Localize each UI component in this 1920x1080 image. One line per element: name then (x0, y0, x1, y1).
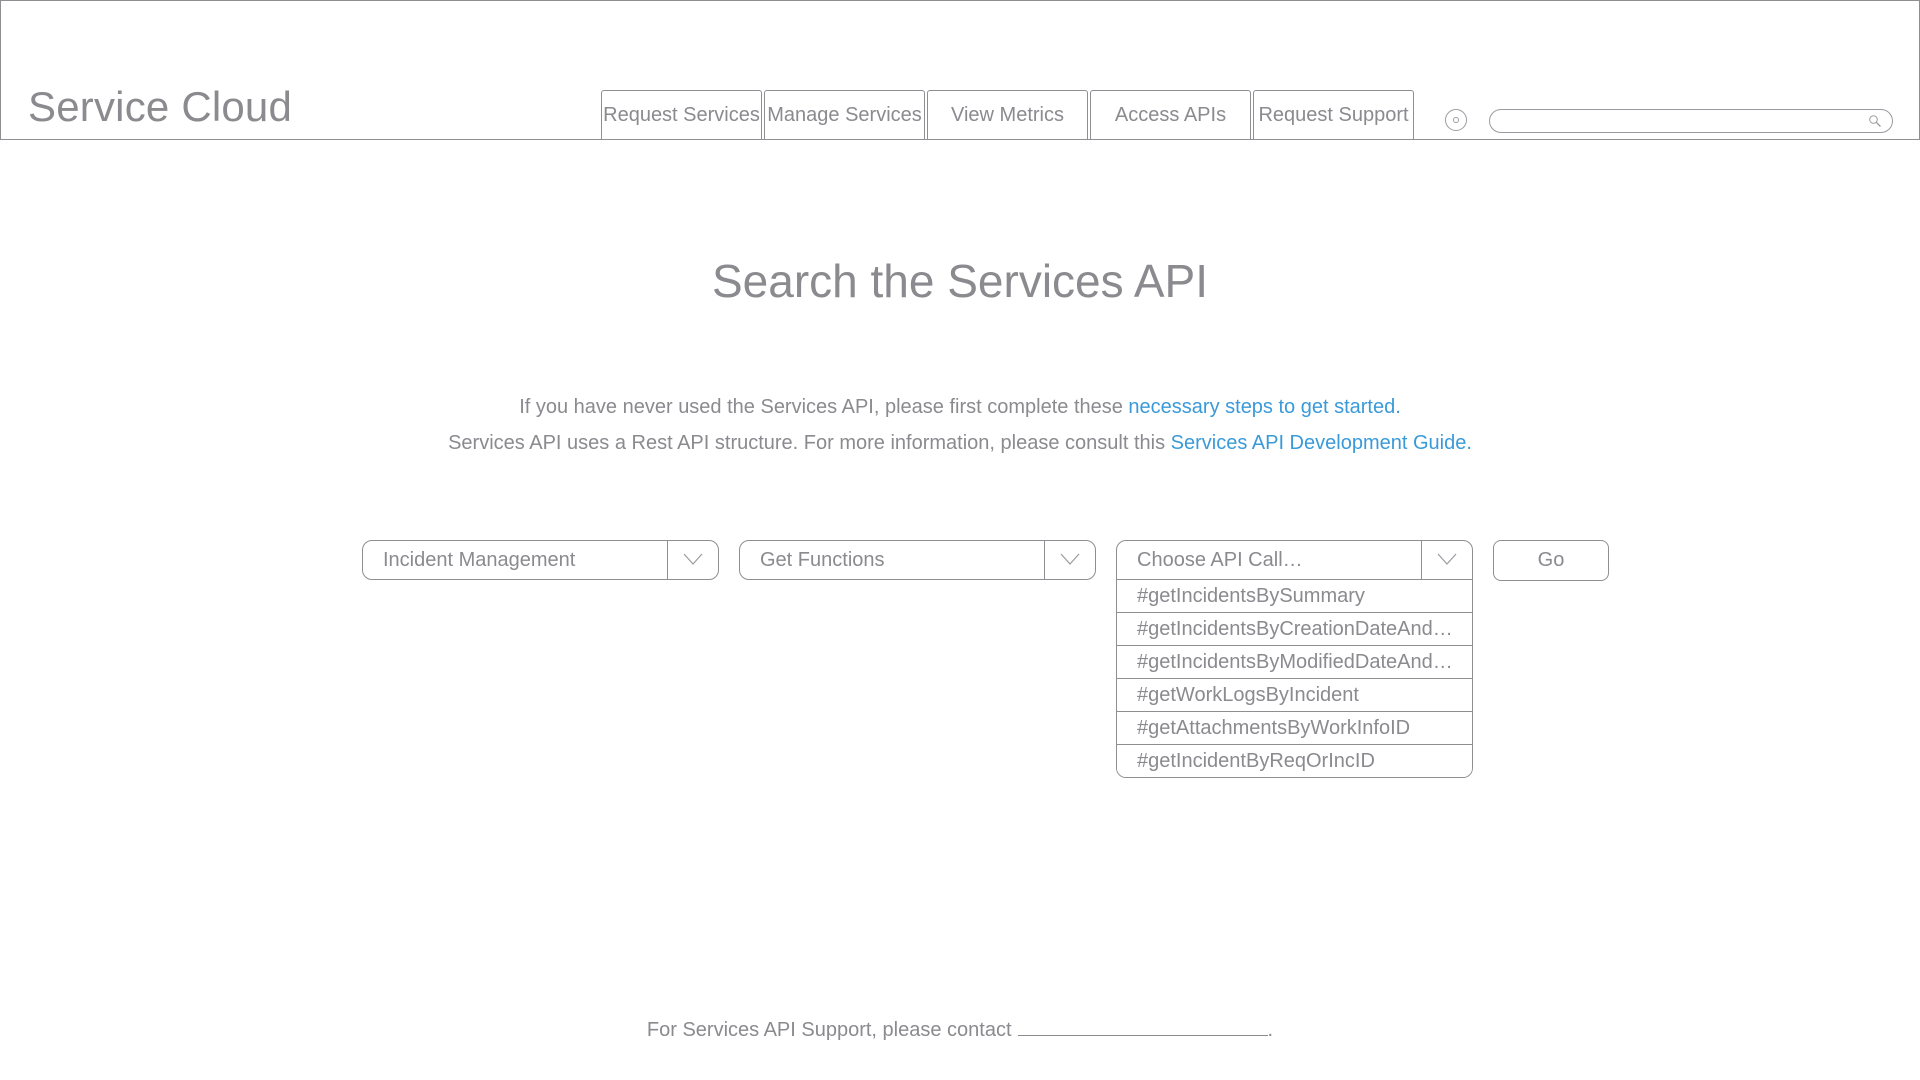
tab-request-services[interactable]: Request Services (601, 90, 762, 139)
api-call-option[interactable]: #getIncidentsByModifiedDateAnd… (1117, 645, 1472, 678)
support-contact-blank (1017, 1015, 1268, 1036)
api-call-option[interactable]: #getIncidentsBySummary (1117, 579, 1472, 612)
header-bar: Service Cloud Request Services Manage Se… (0, 0, 1920, 140)
category-dropdown-value: Incident Management (383, 549, 576, 571)
chevron-down-icon[interactable] (1437, 552, 1457, 566)
tab-view-metrics[interactable]: View Metrics (927, 90, 1088, 139)
category-dropdown[interactable]: Incident Management (362, 540, 719, 580)
support-footer: For Services API Support, please contact… (0, 1015, 1920, 1042)
page-title: Search the Services API (711, 255, 1209, 307)
api-call-dropdown[interactable]: Choose API Call… (1116, 540, 1473, 580)
api-call-option[interactable]: #getIncidentByReqOrIncID (1117, 744, 1472, 777)
tab-request-support[interactable]: Request Support (1253, 90, 1414, 139)
tab-access-apis[interactable]: Access APIs (1090, 90, 1251, 139)
page: Service Cloud Request Services Manage Se… (0, 0, 1920, 1080)
getting-started-text: If you have never used the Services API,… (519, 396, 1129, 418)
dev-guide-text: Services API uses a Rest API structure. … (448, 432, 1171, 454)
search-input[interactable] (1502, 112, 1856, 132)
dev-guide-link[interactable]: Services API Development Guide. (1171, 432, 1472, 454)
dropdown-divider (1421, 541, 1422, 579)
go-button[interactable]: Go (1493, 540, 1609, 581)
dropdown-divider (1044, 541, 1045, 579)
dev-guide-note: Services API uses a Rest API structure. … (0, 432, 1920, 455)
api-call-option[interactable]: #getAttachmentsByWorkInfoID (1117, 711, 1472, 744)
support-end: . (1267, 1019, 1274, 1041)
api-call-options-list: #getIncidentsBySummary #getIncidentsByCr… (1116, 579, 1473, 778)
main-nav: Request Services Manage Services View Me… (601, 90, 1416, 140)
getting-started-note: If you have never used the Services API,… (0, 396, 1920, 419)
tab-manage-services[interactable]: Manage Services (764, 90, 925, 139)
search-icon[interactable] (1868, 114, 1882, 128)
chevron-down-icon[interactable] (683, 552, 703, 566)
api-call-option[interactable]: #getIncidentsByCreationDateAnd… (1117, 612, 1472, 645)
search-field[interactable] (1489, 109, 1893, 133)
getting-started-link[interactable]: necessary steps to get started. (1128, 396, 1400, 418)
settings-icon[interactable] (1445, 109, 1467, 131)
api-call-option[interactable]: #getWorkLogsByIncident (1117, 678, 1472, 711)
dropdown-divider (667, 541, 668, 579)
api-call-dropdown-value: Choose API Call… (1137, 549, 1303, 571)
brand-title: Service Cloud (28, 83, 293, 130)
chevron-down-icon[interactable] (1060, 552, 1080, 566)
function-dropdown-value: Get Functions (760, 549, 885, 571)
function-dropdown[interactable]: Get Functions (739, 540, 1096, 580)
support-text: For Services API Support, please contact (646, 1019, 1012, 1041)
